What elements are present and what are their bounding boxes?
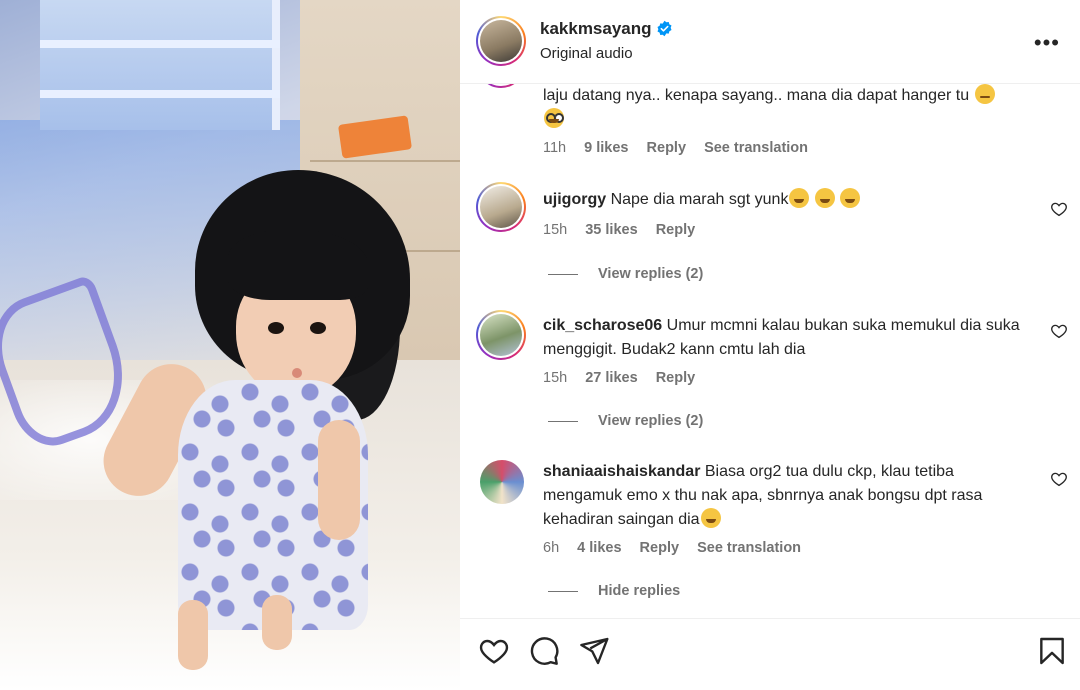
share-icon[interactable] bbox=[578, 635, 610, 667]
like-comment-heart-icon[interactable] bbox=[1050, 470, 1068, 488]
comment-likes[interactable]: 4 likes bbox=[577, 540, 621, 556]
replies-divider bbox=[548, 420, 578, 422]
reply-button[interactable]: Reply bbox=[656, 370, 696, 386]
view-replies-button[interactable]: View replies (2) bbox=[548, 266, 703, 282]
comment-username[interactable]: shaniaaishaiskandar bbox=[543, 463, 700, 480]
comment-time[interactable]: 6h bbox=[543, 540, 559, 556]
replies-divider bbox=[548, 590, 578, 592]
comment-text: cik_scharose06 Umur mcmni kalau bukan su… bbox=[543, 317, 1020, 358]
reply-button[interactable]: Reply bbox=[647, 140, 687, 156]
nerd-face-icon bbox=[544, 108, 564, 128]
heart-icon[interactable] bbox=[478, 635, 510, 667]
comments-panel: kakkmsayang Original audio ••• laju data… bbox=[460, 0, 1080, 690]
comment-text: laju datang nya.. kenapa sayang.. mana d… bbox=[543, 84, 1023, 132]
comment-likes[interactable]: 9 likes bbox=[584, 140, 628, 156]
view-replies-button[interactable]: View replies (2) bbox=[548, 413, 703, 429]
comment-time[interactable]: 15h bbox=[543, 222, 567, 238]
like-comment-heart-icon[interactable] bbox=[1050, 322, 1068, 340]
comment-icon[interactable] bbox=[528, 635, 560, 667]
comment-likes[interactable]: 27 likes bbox=[585, 370, 637, 386]
joy-face-icon bbox=[840, 188, 861, 208]
worried-face-icon bbox=[974, 84, 995, 104]
media-shelf bbox=[40, 0, 280, 130]
comment-text: shaniaaishaiskandar Biasa org2 tua dulu … bbox=[543, 463, 983, 528]
avatar[interactable] bbox=[476, 16, 526, 66]
joy-face-icon bbox=[789, 188, 810, 208]
post-media[interactable] bbox=[0, 0, 460, 690]
see-translation-button[interactable]: See translation bbox=[697, 540, 801, 556]
post-header: kakkmsayang Original audio ••• bbox=[460, 0, 1080, 84]
hide-replies-button[interactable]: Hide replies bbox=[548, 583, 680, 599]
avatar[interactable] bbox=[476, 310, 526, 360]
joy-face-icon bbox=[814, 188, 835, 208]
comment-likes[interactable]: 35 likes bbox=[585, 222, 637, 238]
comments-list: laju datang nya.. kenapa sayang.. mana d… bbox=[460, 60, 1080, 618]
comment-time[interactable]: 15h bbox=[543, 370, 567, 386]
comment-meta: 15h 27 likes Reply bbox=[543, 370, 709, 386]
comment-text: ujigorgy Nape dia marah sgt yunk bbox=[543, 188, 1023, 212]
comment-time[interactable]: 11h bbox=[543, 140, 566, 156]
avatar[interactable] bbox=[476, 182, 526, 232]
verified-badge-icon bbox=[657, 20, 672, 37]
joy-face-icon bbox=[700, 508, 721, 528]
post-username[interactable]: kakkmsayang bbox=[540, 19, 673, 39]
avatar[interactable] bbox=[480, 460, 524, 504]
comment-meta: 11h 9 likes Reply See translation bbox=[543, 140, 822, 156]
comment-meta: 6h 4 likes Reply See translation bbox=[543, 540, 815, 556]
reply-button[interactable]: Reply bbox=[656, 222, 696, 238]
more-options-icon[interactable]: ••• bbox=[1034, 30, 1060, 56]
comment-username[interactable]: ujigorgy bbox=[543, 191, 606, 208]
replies-divider bbox=[548, 273, 578, 275]
see-translation-button[interactable]: See translation bbox=[704, 140, 808, 156]
post-action-bar bbox=[460, 618, 1080, 690]
comment-meta: 15h 35 likes Reply bbox=[543, 222, 709, 238]
bookmark-icon[interactable] bbox=[1036, 635, 1068, 667]
reply-button[interactable]: Reply bbox=[640, 540, 680, 556]
comment-username[interactable]: cik_scharose06 bbox=[543, 317, 662, 334]
like-comment-heart-icon[interactable] bbox=[1050, 200, 1068, 218]
audio-label[interactable]: Original audio bbox=[540, 45, 633, 62]
